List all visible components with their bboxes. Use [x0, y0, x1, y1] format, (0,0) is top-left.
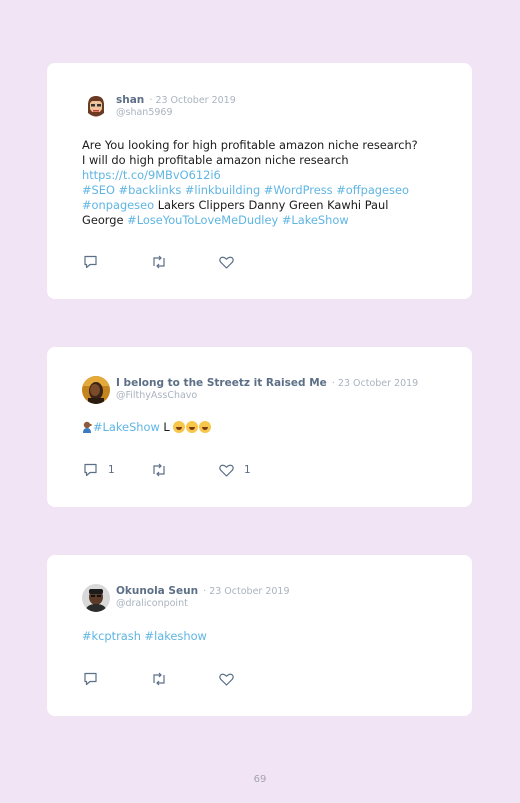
tweet-text-segment: L — [159, 420, 174, 434]
user-avatar[interactable] — [82, 584, 110, 612]
heart-icon — [219, 256, 234, 269]
tweet-card: shan · 23 October 2019 @shan5969 Are You… — [47, 63, 472, 299]
laughing-emoji — [186, 421, 199, 433]
tweet-line: Are You looking for high profitable amaz… — [82, 138, 418, 152]
user-name[interactable]: I belong to the Streetz it Raised Me — [116, 377, 327, 389]
tweet-actions: 1 1 — [83, 463, 287, 477]
reply-icon — [84, 672, 97, 686]
reply-button[interactable]: 1 — [83, 463, 151, 477]
retweet-icon — [153, 672, 165, 686]
tweet-link[interactable]: https://t.co/9MBvO612i6 — [82, 168, 221, 182]
heart-icon — [219, 464, 234, 477]
retweet-button[interactable] — [151, 463, 219, 477]
tweet-actions — [83, 672, 287, 686]
laughing-emoji — [199, 421, 212, 433]
hashtag-group[interactable]: #kcptrash #lakeshow — [82, 629, 207, 643]
tweet-text: Are You looking for high profitable amaz… — [82, 138, 442, 228]
tweet-card: I belong to the Streetz it Raised Me · 2… — [47, 347, 472, 507]
tweet-text: #LakeShow L — [82, 420, 442, 435]
user-avatar[interactable] — [82, 93, 110, 121]
tweet-date[interactable]: 23 October 2019 — [155, 95, 235, 106]
reply-count: 1 — [108, 464, 115, 476]
hashtag-lakeshow[interactable]: #LakeShow — [93, 420, 160, 434]
reply-icon — [84, 463, 97, 477]
like-button[interactable]: 1 — [219, 464, 287, 477]
retweet-icon — [153, 463, 165, 477]
hashtag-onpageseo[interactable]: #onpageseo — [82, 198, 154, 212]
hashtag-group[interactable]: #SEO #backlinks #linkbuilding #WordPress… — [82, 183, 409, 197]
retweet-button[interactable] — [151, 672, 219, 686]
tweet-text-segment: Lakers Clippers Danny Green Kawhi Paul — [154, 198, 389, 212]
tweet-text-segment: George — [82, 213, 128, 227]
tweet-date[interactable]: 23 October 2019 — [209, 586, 289, 597]
reply-button[interactable] — [83, 255, 151, 269]
like-button[interactable] — [219, 673, 287, 686]
tweet-text: #kcptrash #lakeshow — [82, 629, 442, 644]
user-avatar[interactable] — [82, 376, 110, 404]
tweet-actions — [83, 255, 287, 269]
tweet-card: Okunola Seun · 23 October 2019 @dralicon… — [47, 555, 472, 716]
tweet-date[interactable]: 23 October 2019 — [338, 378, 418, 389]
tweet-line: I will do high profitable amazon niche r… — [82, 153, 349, 167]
like-count: 1 — [244, 464, 251, 476]
user-name[interactable]: shan — [116, 94, 144, 106]
hashtag-group[interactable]: #LoseYouToLoveMeDudley #LakeShow — [127, 213, 348, 227]
retweet-icon — [153, 255, 165, 269]
retweet-button[interactable] — [151, 255, 219, 269]
page-number: 69 — [253, 774, 267, 785]
user-handle[interactable]: @draliconpoint — [116, 598, 290, 610]
heart-icon — [219, 673, 234, 686]
facepalm-emoji — [82, 421, 93, 433]
reply-button[interactable] — [83, 672, 151, 686]
user-name[interactable]: Okunola Seun — [116, 585, 198, 597]
reply-icon — [84, 255, 97, 269]
user-handle[interactable]: @FilthyAssChavo — [116, 390, 418, 402]
like-button[interactable] — [219, 256, 287, 269]
user-handle[interactable]: @shan5969 — [116, 107, 236, 119]
laughing-emoji — [173, 421, 186, 433]
